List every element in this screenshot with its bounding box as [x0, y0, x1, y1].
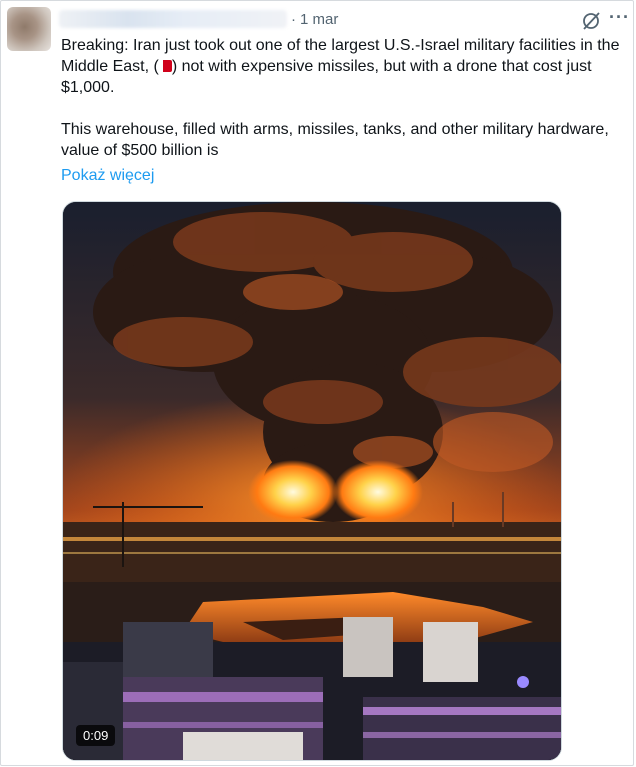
flag-emoji-icon — [158, 60, 172, 72]
ellipsis-icon[interactable]: ··· — [609, 7, 630, 28]
show-more-link[interactable]: Pokaż więcej — [61, 167, 154, 185]
blurred-author-name[interactable] — [59, 10, 287, 28]
avatar[interactable] — [7, 7, 51, 51]
grok-icon[interactable] — [580, 11, 602, 31]
video-duration-badge: 0:09 — [76, 725, 116, 746]
video-player[interactable]: 0:09 — [62, 201, 562, 761]
tweet-card[interactable]: · 1 mar ··· Breaking: Iran just took out … — [0, 0, 634, 766]
date-label[interactable]: 1 mar — [300, 11, 338, 28]
explosion-video-thumbnail — [63, 202, 561, 760]
post-date[interactable]: · 1 mar — [291, 11, 338, 28]
post-text: Breaking: Iran just took out one of the … — [61, 35, 633, 161]
post-paragraph-2: This warehouse, filled with arms, missil… — [61, 121, 609, 159]
post-paragraph-1: Breaking: Iran just took out one of the … — [61, 37, 620, 96]
